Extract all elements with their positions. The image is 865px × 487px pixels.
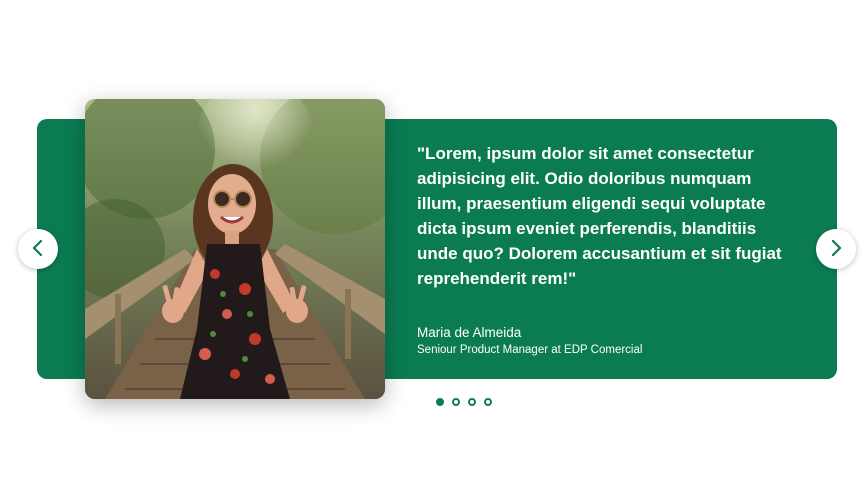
chevron-left-icon (31, 239, 45, 260)
chevron-right-icon (829, 239, 843, 260)
next-button[interactable] (816, 229, 856, 269)
testimonial-photo (85, 99, 385, 399)
pagination-dot[interactable] (436, 398, 444, 406)
previous-button[interactable] (18, 229, 58, 269)
person-photo-illustration (85, 99, 385, 399)
author-name: Maria de Almeida (417, 325, 522, 340)
pagination-dot[interactable] (484, 398, 492, 406)
pagination-dots (436, 398, 492, 406)
author-role: Seniour Product Manager at EDP Comercial (417, 344, 643, 356)
pagination-dot[interactable] (452, 398, 460, 406)
pagination-dot[interactable] (468, 398, 476, 406)
testimonial-quote: "Lorem, ipsum dolor sit amet consectetur… (417, 144, 782, 288)
